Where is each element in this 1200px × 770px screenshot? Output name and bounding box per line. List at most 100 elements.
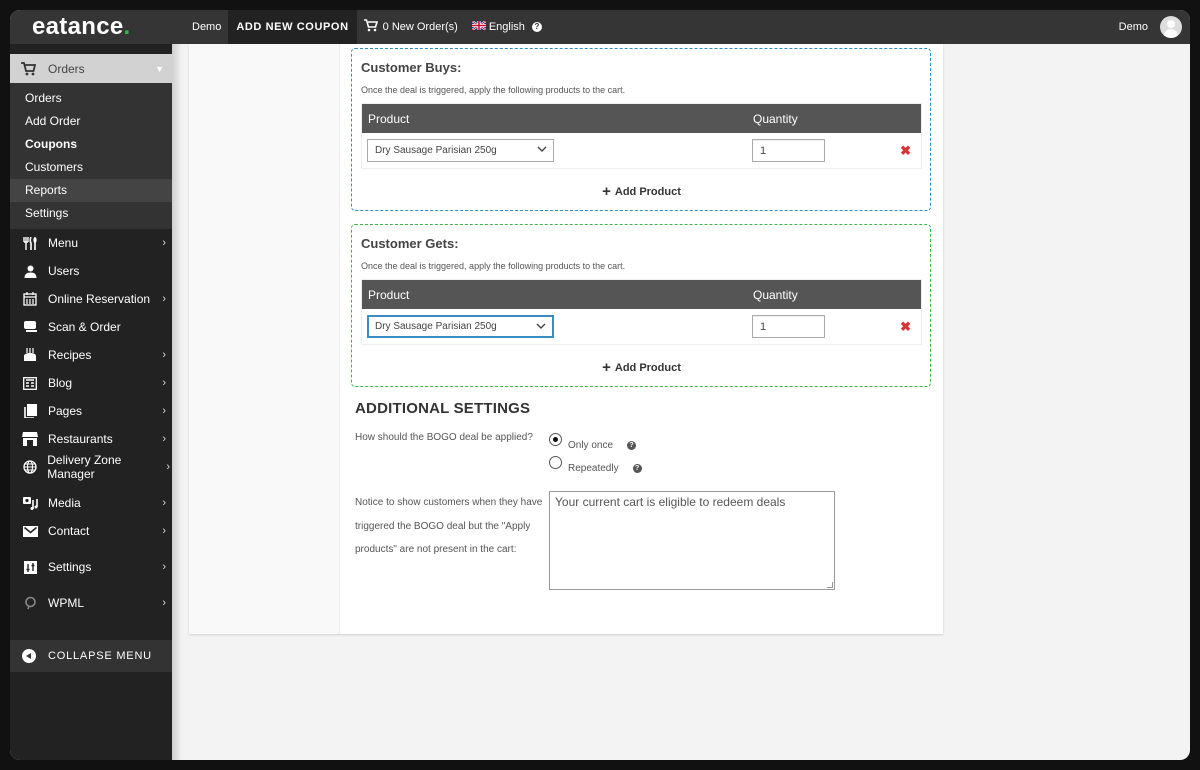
language-label: English: [488, 21, 525, 33]
quantity-input[interactable]: 1: [752, 315, 825, 338]
table-header: Product Quantity: [362, 280, 921, 309]
sidebar-item-label: Users: [48, 264, 80, 278]
quantity-input[interactable]: 1: [752, 139, 825, 162]
chevron-right-icon: ›: [162, 405, 166, 417]
sidebar-item-users[interactable]: Users: [10, 257, 172, 285]
card-left-panel: [189, 44, 340, 634]
store-icon: [22, 432, 38, 446]
radio-only-once[interactable]: Only once ?: [549, 429, 642, 452]
user-name[interactable]: Demo: [1119, 10, 1148, 44]
sidebar-item-delivery-zone-manager[interactable]: Delivery Zone Manager ›: [10, 453, 172, 481]
sidebar-item-wpml[interactable]: WPML ›: [10, 589, 172, 617]
sidebar: Orders ▼ Orders Add Order Coupons Custom…: [10, 44, 172, 760]
chevron-right-icon: ›: [162, 525, 166, 537]
collapse-menu-button[interactable]: COLLAPSE MENU: [10, 640, 172, 672]
add-product-button[interactable]: + Add Product: [361, 169, 922, 202]
sidebar-item-contact[interactable]: Contact ›: [10, 517, 172, 545]
table-header: Product Quantity: [362, 104, 921, 133]
apply-mode-label: How should the BOGO deal be applied?: [355, 432, 533, 443]
sidebar-item-label: Menu: [48, 236, 79, 250]
sidebar-item-label: Delivery Zone Manager: [47, 453, 122, 481]
notice-textarea[interactable]: Your current cart is eligible to redeem …: [549, 491, 835, 590]
product-select[interactable]: Dry Sausage Parisian 250g: [367, 315, 554, 338]
help-icon[interactable]: ?: [632, 464, 642, 473]
sidebar-item-blog[interactable]: Blog ›: [10, 369, 172, 397]
sidebar-item-pages[interactable]: Pages ›: [10, 397, 172, 425]
chevron-right-icon: ›: [162, 433, 166, 445]
site-name-link[interactable]: Demo: [172, 10, 228, 44]
sliders-icon: [22, 560, 38, 574]
table-row: Dry Sausage Parisian 250g 1 ✖: [362, 133, 921, 168]
customer-buys-section: Customer Buys: Once the deal is triggere…: [351, 48, 931, 211]
media-icon: [22, 496, 38, 510]
products-table: Product Quantity Dry Sausage Parisian 25…: [361, 279, 922, 345]
sidebar-item-menu[interactable]: Menu ›: [10, 229, 172, 257]
submenu-item-orders[interactable]: Orders: [10, 87, 172, 110]
sidebar-item-label: Media: [48, 496, 81, 510]
additional-settings-section: ADDITIONAL SETTINGS How should the BOGO …: [351, 400, 931, 590]
chevron-right-icon: ›: [162, 497, 166, 509]
submenu-item-settings[interactable]: Settings: [10, 202, 172, 225]
submenu-item-coupons[interactable]: Coupons: [10, 133, 172, 156]
radio-button[interactable]: [549, 456, 562, 469]
top-bar: eatance. Demo ADD NEW COUPON 0 New Order…: [10, 10, 1190, 44]
globe-icon: [22, 460, 37, 474]
products-table: Product Quantity Dry Sausage Parisian 25…: [361, 103, 922, 169]
submenu-item-customers[interactable]: Customers: [10, 156, 172, 179]
section-title: Customer Gets:: [361, 236, 459, 251]
notice-textarea-value: Your current cart is eligible to redeem …: [555, 495, 786, 509]
sidebar-item-media[interactable]: Media ›: [10, 489, 172, 517]
chevron-down-icon: [537, 144, 547, 155]
language-selector[interactable]: English ?: [465, 10, 549, 44]
column-header-product: Product: [368, 287, 410, 302]
scan-icon: [22, 321, 38, 333]
radio-button[interactable]: [549, 433, 562, 446]
submenu-item-reports[interactable]: Reports: [10, 179, 172, 202]
chevron-right-icon: ›: [162, 377, 166, 389]
logo-dot: .: [123, 13, 131, 40]
sidebar-item-label: Restaurants: [48, 432, 113, 446]
help-icon[interactable]: ?: [627, 441, 637, 450]
remove-product-icon[interactable]: ✖: [900, 319, 911, 335]
add-product-button[interactable]: + Add Product: [361, 345, 922, 378]
help-icon[interactable]: ?: [531, 22, 542, 32]
sidebar-item-settings[interactable]: Settings ›: [10, 553, 172, 581]
sidebar-item-restaurants[interactable]: Restaurants ›: [10, 425, 172, 453]
apply-mode-options: Only once ? Repeatedly ?: [549, 426, 642, 475]
chevron-right-icon: ›: [162, 293, 166, 305]
radio-repeatedly[interactable]: Repeatedly ?: [549, 452, 642, 475]
cart-icon: [363, 19, 378, 35]
column-header-quantity: Quantity: [753, 287, 798, 302]
new-orders-link[interactable]: 0 New Order(s): [357, 10, 465, 44]
sidebar-shadow: [172, 44, 182, 760]
cake-icon: [22, 348, 38, 362]
sidebar-item-recipes[interactable]: Recipes ›: [10, 341, 172, 369]
collapse-menu-label: COLLAPSE MENU: [48, 650, 152, 662]
section-heading: ADDITIONAL SETTINGS: [355, 400, 531, 417]
sidebar-item-orders[interactable]: Orders ▼: [10, 54, 172, 83]
sidebar-item-label: Pages: [48, 404, 83, 418]
apply-mode-row: How should the BOGO deal be applied? Onl…: [355, 426, 931, 475]
pages-icon: [22, 404, 38, 418]
notice-row: Notice to show customers when they have …: [355, 491, 931, 590]
sidebar-item-online-reservation[interactable]: Online Reservation ›: [10, 285, 172, 313]
avatar[interactable]: [1160, 16, 1182, 38]
resize-handle[interactable]: [827, 582, 833, 588]
product-select[interactable]: Dry Sausage Parisian 250g: [367, 139, 554, 162]
cart-icon: [20, 61, 36, 76]
logo[interactable]: eatance.: [10, 10, 172, 44]
sidebar-item-scan-order[interactable]: Scan & Order: [10, 313, 172, 341]
app-window: eatance. Demo ADD NEW COUPON 0 New Order…: [10, 10, 1190, 760]
plus-icon: +: [602, 183, 611, 200]
sidebar-item-label: Online Reservation: [48, 292, 151, 306]
sidebar-item-label: WPML: [48, 596, 84, 610]
section-description: Once the deal is triggered, apply the fo…: [361, 261, 626, 271]
remove-product-icon[interactable]: ✖: [900, 143, 911, 159]
submenu-item-add-order[interactable]: Add Order: [10, 110, 172, 133]
sidebar-item-label: Settings: [48, 560, 92, 574]
section-description: Once the deal is triggered, apply the fo…: [361, 85, 626, 95]
section-title: Customer Buys:: [361, 60, 462, 75]
radio-label: Repeatedly: [568, 463, 619, 474]
wpml-icon: [22, 596, 38, 610]
add-product-label: Add Product: [614, 186, 681, 198]
